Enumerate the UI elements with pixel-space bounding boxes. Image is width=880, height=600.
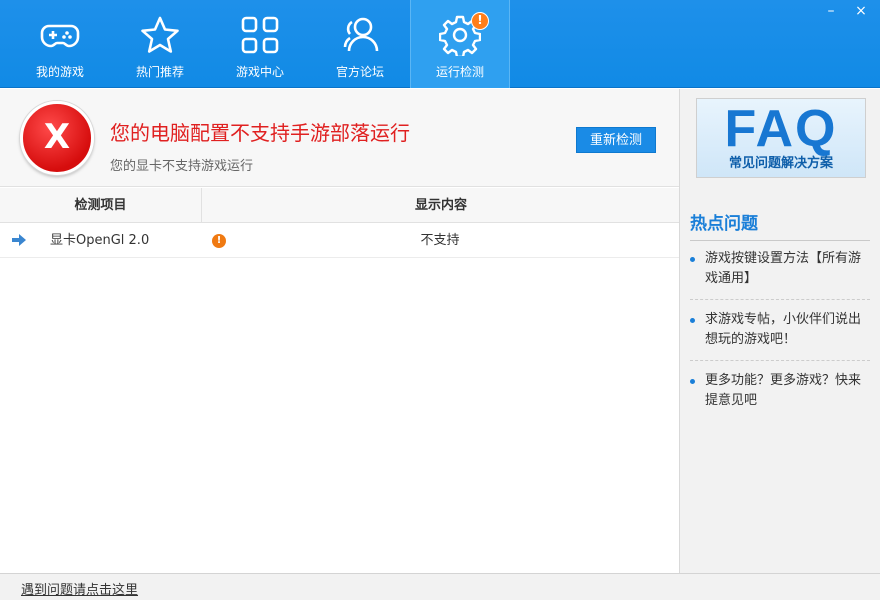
hot-divider xyxy=(690,240,870,241)
check-result-panel: X 您的电脑配置不支持手游部落运行 您的显卡不支持游戏运行 重新检测 xyxy=(0,89,680,187)
top-nav-bar: 我的游戏 热门推荐 游戏中心 官方论坛 ! 运行检测 – × xyxy=(0,0,880,88)
help-link[interactable]: 遇到问题请点击这里 xyxy=(21,579,138,598)
hot-questions-title: 热点问题 xyxy=(690,214,758,234)
nav-game-center[interactable]: 游戏中心 xyxy=(210,0,310,88)
hot-questions-list: 游戏按键设置方法【所有游戏通用】 求游戏专帖，小伙伴们说出想玩的游戏吧！ 更多功… xyxy=(690,249,870,431)
grid-icon xyxy=(241,16,279,54)
bullet-icon xyxy=(690,318,695,323)
faq-subtitle: 常见问题解决方案 xyxy=(728,156,833,171)
nav-official-forum[interactable]: 官方论坛 xyxy=(310,0,410,88)
users-icon xyxy=(343,17,379,52)
minimize-button[interactable]: – xyxy=(816,0,846,24)
nav-label-game-center: 游戏中心 xyxy=(235,65,284,79)
gamepad-icon xyxy=(40,24,80,48)
table-row: 显卡OpenGl 2.0 ! 不支持 xyxy=(0,223,680,258)
warning-icon: ! xyxy=(212,234,226,248)
sidebar: FAQ 常见问题解决方案 热点问题 游戏按键设置方法【所有游戏通用】 求游戏专帖… xyxy=(679,89,880,573)
bullet-icon xyxy=(690,379,695,384)
arrow-right-icon xyxy=(12,234,26,246)
status-footer: 遇到问题请点击这里 xyxy=(0,573,880,600)
main-content: X 您的电脑配置不支持手游部落运行 您的显卡不支持游戏运行 重新检测 检测项目 … xyxy=(0,89,680,573)
star-icon xyxy=(141,16,179,53)
nav-run-check[interactable]: ! 运行检测 xyxy=(410,0,510,88)
hot-question-text: 游戏按键设置方法【所有游戏通用】 xyxy=(705,251,862,286)
hot-question-link[interactable]: 求游戏专帖，小伙伴们说出想玩的游戏吧！ xyxy=(690,310,870,361)
column-header-item: 检测项目 xyxy=(74,198,127,213)
table-header: 检测项目 显示内容 xyxy=(0,188,680,223)
column-header-content: 显示内容 xyxy=(414,198,467,213)
hot-question-link[interactable]: 更多功能？更多游戏？快来提意见吧 xyxy=(690,371,870,421)
nav-hot-recommend[interactable]: 热门推荐 xyxy=(110,0,210,88)
error-x-icon: X xyxy=(20,101,94,175)
hot-question-text: 求游戏专帖，小伙伴们说出想玩的游戏吧！ xyxy=(705,312,862,347)
nav-label-run-check: 运行检测 xyxy=(435,65,484,79)
row-status: 不支持 xyxy=(420,233,460,248)
alert-badge: ! xyxy=(471,12,489,30)
hot-question-text: 更多功能？更多游戏？快来提意见吧 xyxy=(705,373,862,408)
nav-label-my-games: 我的游戏 xyxy=(35,65,84,79)
nav-label-official-forum: 官方论坛 xyxy=(335,65,384,79)
row-item-name: 显卡OpenGl 2.0 xyxy=(50,233,150,248)
faq-banner[interactable]: FAQ 常见问题解决方案 xyxy=(696,98,866,178)
nav-label-hot-recommend: 热门推荐 xyxy=(135,65,184,79)
nav-my-games[interactable]: 我的游戏 xyxy=(10,0,110,88)
close-button[interactable]: × xyxy=(846,0,876,24)
hot-question-link[interactable]: 游戏按键设置方法【所有游戏通用】 xyxy=(690,249,870,300)
recheck-button[interactable]: 重新检测 xyxy=(576,127,656,153)
result-subline: 您的显卡不支持游戏运行 xyxy=(110,159,254,174)
bullet-icon xyxy=(690,257,695,262)
faq-title: FAQ xyxy=(724,100,838,158)
result-headline: 您的电脑配置不支持手游部落运行 xyxy=(110,121,410,145)
